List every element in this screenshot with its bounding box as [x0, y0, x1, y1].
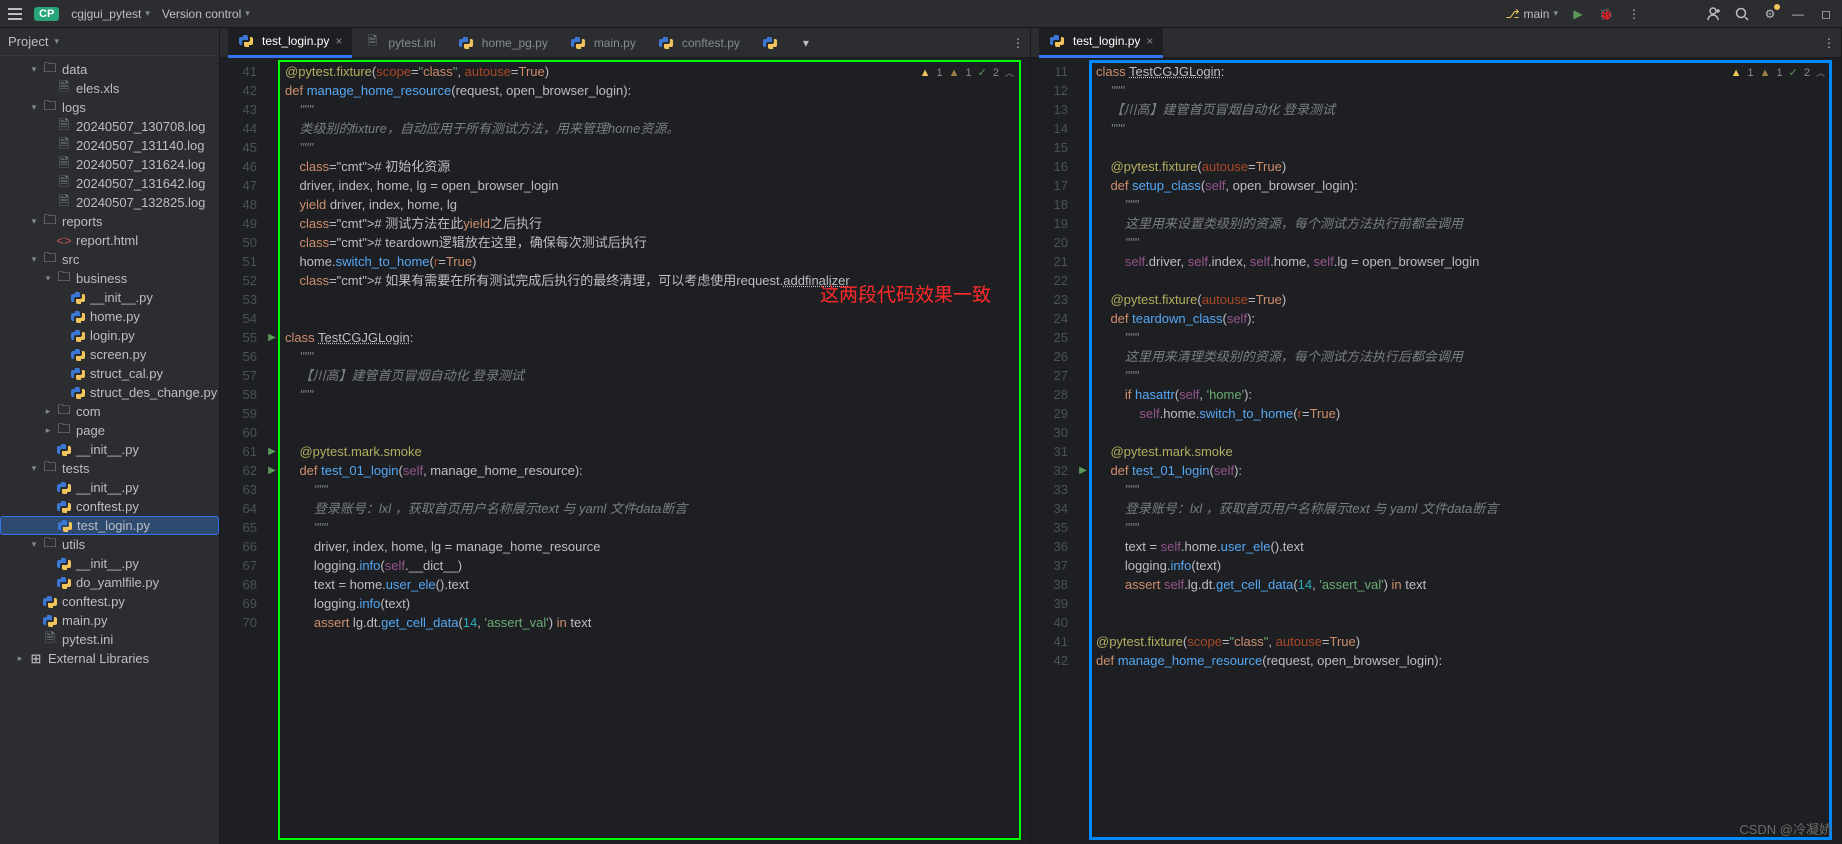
- tree-item[interactable]: ▾🗀logs: [0, 98, 219, 117]
- tree-item[interactable]: ▾🗀src: [0, 250, 219, 269]
- tree-item[interactable]: ▾🗀data: [0, 60, 219, 79]
- more-icon[interactable]: ⋮: [1626, 6, 1642, 22]
- main-menu-icon[interactable]: [8, 8, 22, 20]
- run-gutter-right[interactable]: ▶: [1076, 58, 1090, 844]
- editor-tab[interactable]: [752, 28, 796, 58]
- close-icon[interactable]: ×: [335, 34, 342, 48]
- chevron-down-icon[interactable]: ▾: [798, 35, 814, 51]
- tree-item[interactable]: screen.py: [0, 345, 219, 364]
- annotation-text: 这两段代码效果一致: [820, 280, 991, 307]
- editor-tab[interactable]: test_login.py×: [228, 28, 352, 58]
- search-icon[interactable]: [1734, 6, 1750, 22]
- tree-item[interactable]: ▸⊞External Libraries: [0, 649, 219, 668]
- gutter-left: 4142434445464748495051525354555657585960…: [220, 58, 265, 844]
- debug-icon[interactable]: 🐞: [1598, 6, 1614, 22]
- tree-item[interactable]: ▾🗀tests: [0, 459, 219, 478]
- editor-right: test_login.py× ⋮ 111213141516171819202122…: [1031, 28, 1842, 844]
- tree-item[interactable]: 🗎20240507_131140.log: [0, 136, 219, 155]
- editor-tab[interactable]: test_login.py×: [1039, 28, 1163, 58]
- tree-item[interactable]: 🗎20240507_131642.log: [0, 174, 219, 193]
- minimize-icon[interactable]: —: [1790, 6, 1806, 22]
- editor-left: test_login.py×🗎pytest.inihome_pg.pymain.…: [220, 28, 1031, 844]
- tree-item[interactable]: test_login.py: [0, 516, 219, 535]
- tree-item[interactable]: __init__.py: [0, 440, 219, 459]
- tree-item[interactable]: __init__.py: [0, 554, 219, 573]
- tree-item[interactable]: ▾🗀business: [0, 269, 219, 288]
- editor-tab[interactable]: 🗎pytest.ini: [354, 28, 445, 58]
- inspections-left[interactable]: ▲1 ▲1 ✓2 ︿: [920, 64, 1014, 83]
- watermark: CSDN @冷凝娇: [1739, 819, 1832, 838]
- tree-item[interactable]: __init__.py: [0, 478, 219, 497]
- settings-icon[interactable]: ⚙: [1762, 6, 1778, 22]
- editor-tabs-left: test_login.py×🗎pytest.inihome_pg.pymain.…: [220, 28, 1030, 58]
- add-user-icon[interactable]: [1706, 6, 1722, 22]
- tree-item[interactable]: struct_cal.py: [0, 364, 219, 383]
- tree-item[interactable]: <>report.html: [0, 231, 219, 250]
- tree-item[interactable]: ▾🗀utils: [0, 535, 219, 554]
- maximize-icon[interactable]: ◻: [1818, 6, 1834, 22]
- tree-item[interactable]: main.py: [0, 611, 219, 630]
- project-header[interactable]: Project▾: [0, 28, 219, 56]
- branch-selector[interactable]: ⎇main▾: [1506, 7, 1558, 21]
- tree-item[interactable]: ▸🗀page: [0, 421, 219, 440]
- tree-item[interactable]: conftest.py: [0, 497, 219, 516]
- tree-item[interactable]: login.py: [0, 326, 219, 345]
- editor-tab[interactable]: main.py: [560, 28, 646, 58]
- tree-item[interactable]: struct_des_change.py: [0, 383, 219, 402]
- tree-item[interactable]: 🗎eles.xls: [0, 79, 219, 98]
- tree-item[interactable]: 🗎20240507_130708.log: [0, 117, 219, 136]
- code-left[interactable]: @pytest.fixture(scope="class", autouse=T…: [279, 58, 1030, 844]
- title-bar: CP cgjgui_pytest▾ Version control▾ ⎇main…: [0, 0, 1842, 28]
- tree-item[interactable]: 🗎20240507_131624.log: [0, 155, 219, 174]
- project-badge: CP: [34, 7, 59, 21]
- tree-item[interactable]: ▾🗀reports: [0, 212, 219, 231]
- tree-item[interactable]: home.py: [0, 307, 219, 326]
- vcs-menu[interactable]: Version control▾: [162, 7, 250, 21]
- tree-item[interactable]: 🗎20240507_132825.log: [0, 193, 219, 212]
- editor-tab[interactable]: home_pg.py: [448, 28, 558, 58]
- tree-item[interactable]: do_yamlfile.py: [0, 573, 219, 592]
- gutter-right: 1112131415161718192021222324252627282930…: [1031, 58, 1076, 844]
- project-tool-window: Project▾ ▾🗀data🗎eles.xls▾🗀logs🗎20240507_…: [0, 28, 220, 844]
- tabs-more-icon[interactable]: ⋮: [1825, 35, 1841, 51]
- tree-item[interactable]: conftest.py: [0, 592, 219, 611]
- close-icon[interactable]: ×: [1146, 34, 1153, 48]
- run-icon[interactable]: ▶: [1570, 6, 1586, 22]
- tree-item[interactable]: ▸🗀com: [0, 402, 219, 421]
- project-tree[interactable]: ▾🗀data🗎eles.xls▾🗀logs🗎20240507_130708.lo…: [0, 56, 219, 672]
- editor-tab[interactable]: conftest.py: [648, 28, 750, 58]
- tabs-more-icon[interactable]: ⋮: [1014, 35, 1030, 51]
- inspections-right[interactable]: ▲1 ▲1 ✓2 ︿: [1731, 64, 1825, 83]
- code-right[interactable]: class TestCGJGLogin: """ 【川高】建管首页冒烟自动化 登…: [1090, 58, 1841, 844]
- run-gutter-left[interactable]: ▶▶▶: [265, 58, 279, 844]
- project-selector[interactable]: cgjgui_pytest▾: [71, 7, 150, 21]
- tree-item[interactable]: 🗎pytest.ini: [0, 630, 219, 649]
- tree-item[interactable]: __init__.py: [0, 288, 219, 307]
- editor-tabs-right: test_login.py× ⋮: [1031, 28, 1841, 58]
